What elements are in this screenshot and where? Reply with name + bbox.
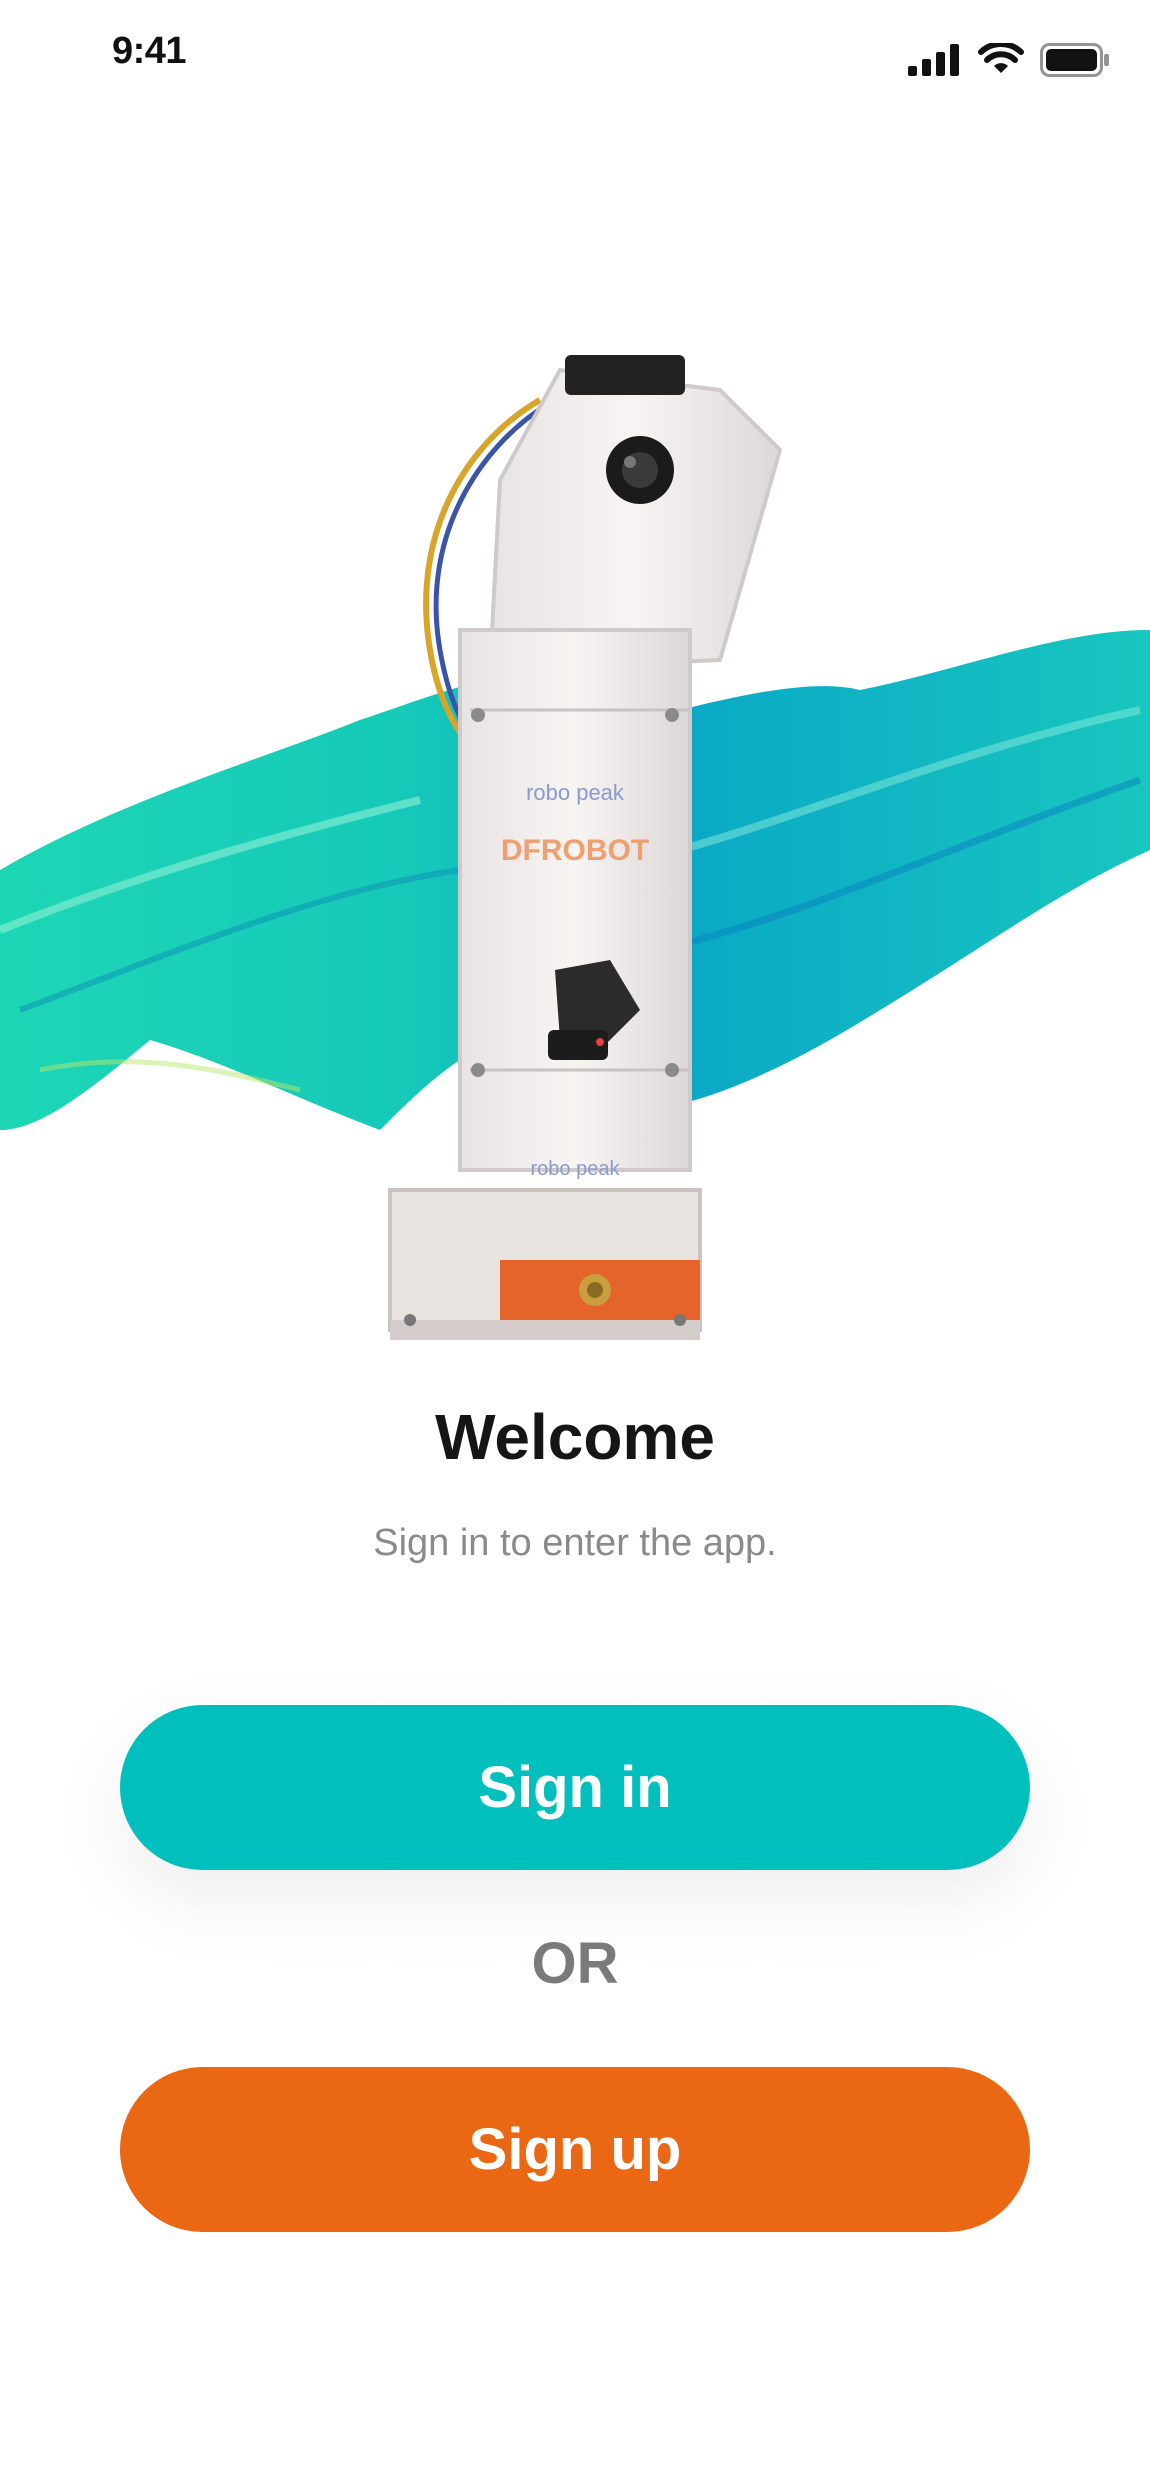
or-divider-label: OR [531,1931,619,1996]
status-bar: 9:41 [0,0,1150,120]
status-icons [908,40,1110,80]
sign-up-button[interactable]: Sign up [120,2067,1030,2232]
page-subtitle: Sign in to enter the app. [373,1522,777,1564]
brand-mark-robopeak: robo peak [526,780,625,805]
sign-in-button[interactable]: Sign in [120,1705,1030,1870]
wifi-icon [978,43,1024,73]
battery-icon [1040,43,1109,77]
svg-text:robo peak: robo peak [531,1158,621,1180]
cellular-signal-icon [908,44,959,76]
page-title: Welcome [435,1401,715,1473]
brand-mark-dfrobot: DFROBOT [501,834,649,867]
status-time: 9:41 [112,30,187,72]
hero-illustration: robo peak DFROBOT robo peak [0,330,1150,1380]
